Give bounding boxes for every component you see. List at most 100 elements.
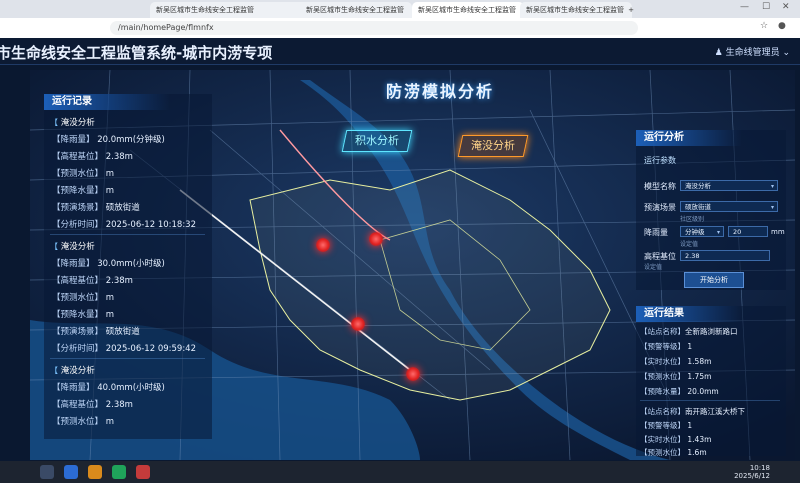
rain-suffix: mm bbox=[771, 228, 785, 236]
browser-tab-active[interactable]: 新吴区城市生命线安全工程监管 bbox=[412, 2, 524, 18]
row-value: m bbox=[105, 310, 114, 320]
rain-value: 20 bbox=[733, 228, 742, 236]
new-tab-button[interactable]: + bbox=[624, 2, 638, 18]
record-heading: 【 淹没分析 bbox=[50, 116, 95, 128]
row-key: 【预测水位】 bbox=[640, 448, 685, 457]
browser-tab[interactable]: 新吴区城市生命线安全工程监管 bbox=[520, 2, 632, 18]
browser-address-bar: /main/homePage/flmnfx ☆ ● bbox=[0, 18, 800, 39]
record-row: 【预演场景】 硕放街道 bbox=[52, 325, 140, 337]
clock-time: 10:18 bbox=[749, 464, 770, 472]
flood-hotspot[interactable] bbox=[351, 317, 365, 331]
profile-icon[interactable]: ● bbox=[778, 21, 786, 31]
tab-label: 新吴区城市生命线安全工程监管 bbox=[156, 6, 254, 14]
star-icon[interactable]: ☆ bbox=[760, 21, 768, 31]
panel-title: 运行结果 bbox=[636, 306, 742, 322]
flood-hotspot[interactable] bbox=[369, 232, 383, 246]
row-value: 20.0mm bbox=[687, 387, 719, 396]
row-key: 【预测水位】 bbox=[640, 372, 685, 381]
row-value: 硕放街道 bbox=[105, 203, 140, 213]
rain-label: 降雨量 bbox=[644, 228, 668, 237]
record-row: 【高程基位】 2.38m bbox=[52, 274, 133, 286]
elev-input[interactable]: 2.38 bbox=[680, 250, 770, 261]
row-key: 【预降水量】 bbox=[52, 186, 104, 196]
start-analysis-button[interactable]: 开始分析 bbox=[684, 272, 744, 288]
row-value: 30.0mm(小时级) bbox=[97, 259, 165, 269]
row-value: 2.38m bbox=[105, 276, 133, 286]
row-value: 南开路江溪大桥下 bbox=[685, 407, 745, 416]
panel-title: 运行记录 bbox=[44, 94, 170, 110]
row-key: 【降雨量】 bbox=[52, 259, 95, 269]
record-heading: 【 淹没分析 bbox=[50, 240, 95, 252]
row-value: 2025-06-12 09:59:42 bbox=[105, 344, 196, 354]
row-key: 【预测水位】 bbox=[52, 293, 104, 303]
record-row: 【预演场景】 硕放街道 bbox=[52, 201, 140, 213]
os-taskbar: 10:18 2025/6/12 bbox=[0, 461, 800, 483]
row-key: 【预演场景】 bbox=[52, 327, 104, 337]
browser-tab[interactable]: 新吴区城市生命线安全工程监管 bbox=[300, 2, 412, 18]
scene-select[interactable]: 硕放街道 ▾ bbox=[680, 201, 778, 212]
record-row: 【降雨量】 20.0mm(分钟级) bbox=[52, 133, 165, 145]
record-heading: 【 淹没分析 bbox=[50, 364, 95, 376]
row-value: 1 bbox=[687, 421, 693, 430]
row-value: 硕放街道 bbox=[105, 327, 140, 337]
user-icon: ♟ bbox=[714, 48, 723, 58]
record-row: 【预测水位】 m bbox=[52, 167, 114, 179]
chevron-down-icon: ▾ bbox=[716, 229, 720, 236]
row-key: 【站点名称】 bbox=[640, 407, 685, 416]
row-key: 【分析时间】 bbox=[52, 220, 104, 230]
record-row: 【降雨量】 30.0mm(小时级) bbox=[52, 257, 165, 269]
flood-hotspot[interactable] bbox=[316, 238, 330, 252]
row-key: 【降雨量】 bbox=[52, 135, 95, 145]
record-row: 【高程基位】 2.38m bbox=[52, 150, 133, 162]
row-value: m bbox=[105, 186, 114, 196]
section-marker: 【 bbox=[50, 366, 58, 375]
rain-unit-select[interactable]: 分钟级 ▾ bbox=[680, 226, 724, 237]
result-row: 【预测水位】 1.6m bbox=[640, 447, 707, 458]
row-key: 【预警等级】 bbox=[640, 342, 685, 351]
divider bbox=[640, 400, 780, 401]
row-value: 1.75m bbox=[687, 372, 712, 381]
scene-value: 硕放街道 bbox=[685, 203, 711, 211]
app-header: 市生命线安全工程监管系统-城市内涝专项 ♟ 生命线管理员 ⌄ bbox=[0, 38, 800, 65]
app-icon[interactable] bbox=[136, 465, 150, 479]
flood-hotspot[interactable] bbox=[406, 367, 420, 381]
result-row: 【预测水位】 1.75m bbox=[640, 371, 711, 382]
flood-analysis-button[interactable]: 淹没分析 bbox=[457, 135, 529, 157]
row-value: m bbox=[105, 169, 114, 179]
plus-icon: + bbox=[628, 6, 634, 14]
row-key: 【站点名称】 bbox=[640, 327, 685, 336]
folder-icon[interactable] bbox=[88, 465, 102, 479]
rain-sub: 设定值 bbox=[680, 241, 699, 248]
url-text: /main/homePage/flmnfx bbox=[118, 23, 214, 32]
app-icon[interactable] bbox=[64, 465, 78, 479]
user-menu[interactable]: ♟ 生命线管理员 ⌄ bbox=[715, 45, 790, 58]
tab-label: 新吴区城市生命线安全工程监管 bbox=[418, 6, 516, 14]
maximize-icon[interactable]: ☐ bbox=[762, 2, 770, 12]
record-row: 【分析时间】 2025-06-12 10:18:32 bbox=[52, 218, 196, 230]
row-value: 1.6m bbox=[687, 448, 707, 457]
water-analysis-button[interactable]: 积水分析 bbox=[341, 130, 413, 152]
result-row: 【站点名称】全新路浏新路口 bbox=[640, 326, 738, 337]
elev-sub: 设定值 bbox=[644, 264, 663, 271]
minimize-icon[interactable]: — bbox=[740, 2, 749, 12]
row-value: 2.38m bbox=[105, 152, 133, 162]
browser-icon[interactable] bbox=[112, 465, 126, 479]
start-icon[interactable] bbox=[40, 465, 54, 479]
record-row: 【预测水位】 m bbox=[52, 291, 114, 303]
system-clock[interactable]: 10:18 2025/6/12 bbox=[734, 464, 770, 480]
record-heading-text: 淹没分析 bbox=[60, 242, 95, 252]
url-input[interactable]: /main/homePage/flmnfx bbox=[110, 21, 638, 35]
chevron-down-icon: ⌄ bbox=[782, 48, 790, 58]
row-key: 【预降水量】 bbox=[640, 387, 685, 396]
close-icon[interactable]: ✕ bbox=[782, 2, 790, 12]
row-value: m bbox=[105, 417, 114, 427]
row-key: 【预测水位】 bbox=[52, 169, 104, 179]
row-value: m bbox=[105, 293, 114, 303]
clock-date: 2025/6/12 bbox=[734, 472, 770, 480]
model-select[interactable]: 淹没分析 ▾ bbox=[680, 180, 778, 191]
divider bbox=[50, 358, 205, 359]
rain-input[interactable]: 20 bbox=[728, 226, 768, 237]
row-key: 【实时水位】 bbox=[640, 357, 685, 366]
scene-sub: 社区级别 bbox=[680, 216, 705, 223]
rain-unit-value: 分钟级 bbox=[685, 228, 705, 236]
